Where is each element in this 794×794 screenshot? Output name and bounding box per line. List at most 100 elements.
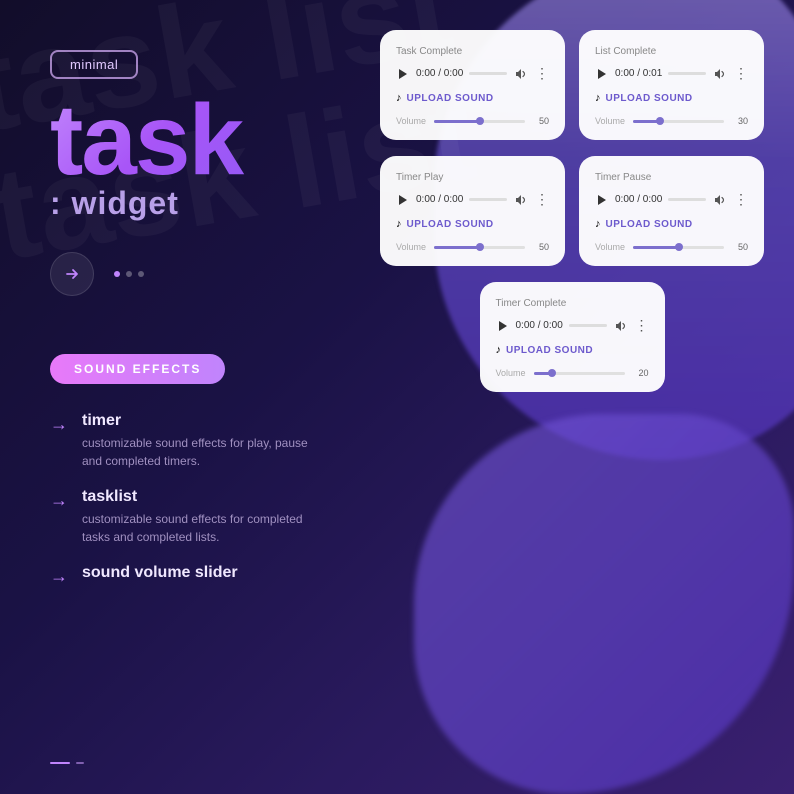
card-timer-complete-label: Timer Complete (496, 298, 649, 309)
time-tcomplete: 0:00 / 0:00 (516, 320, 563, 331)
feature-tasklist-desc: customizable sound effects for completed… (82, 510, 330, 546)
progress-tpause[interactable] (668, 198, 706, 201)
play-triangle-icon-tpause (598, 195, 606, 205)
cards-row-2: Timer Play 0:00 / 0:00 (380, 156, 764, 266)
progress-tcomplete[interactable] (569, 324, 607, 327)
upload-sound-text-task: UPLOAD SOUND (407, 93, 494, 104)
vol-slider-task[interactable] (434, 120, 525, 123)
music-icon-tplay: ♪ (396, 218, 402, 230)
vol-label-tcomplete: Volume (496, 368, 526, 378)
vol-slider-tpause[interactable] (633, 246, 724, 249)
cards-row-3: Timer Complete 0:00 / 0:00 (380, 282, 764, 392)
feature-volume: → sound volume slider (50, 564, 330, 587)
progress-tplay[interactable] (469, 198, 507, 201)
volume-row-task: Volume 50 (396, 116, 549, 126)
dot-2 (126, 271, 132, 277)
vol-fill-task (434, 120, 479, 123)
upload-sound-text-tpause: UPLOAD SOUND (606, 219, 693, 230)
play-triangle-icon-tcomplete (499, 321, 507, 331)
more-icon-tplay[interactable]: ⋮ (535, 191, 549, 208)
card-task-complete-label: Task Complete (396, 46, 549, 57)
nav-arrow-button[interactable] (50, 252, 94, 296)
volume-icon-list[interactable] (712, 66, 728, 82)
volume-icon-tplay[interactable] (513, 192, 529, 208)
left-panel: minimal task : widget SOUND EFFECTS → (0, 0, 370, 794)
vol-label-tplay: Volume (396, 242, 426, 252)
play-button-tpause[interactable] (595, 193, 609, 207)
volume-icon-tpause[interactable] (712, 192, 728, 208)
music-icon-task: ♪ (396, 92, 402, 104)
feature-timer: → timer customizable sound effects for p… (50, 412, 330, 470)
vol-label-tpause: Volume (595, 242, 625, 252)
bottom-decoration (50, 762, 84, 764)
vol-value-task: 50 (533, 116, 549, 126)
title-task: task (50, 95, 330, 185)
vol-thumb-tcomplete (548, 369, 556, 377)
music-icon-tpause: ♪ (595, 218, 601, 230)
audio-player-list: 0:00 / 0:01 ⋮ (595, 65, 748, 82)
feature-tasklist-content: tasklist customizable sound effects for … (82, 488, 330, 546)
volume-row-tcomplete: Volume 20 (496, 368, 649, 378)
vol-thumb-tplay (476, 243, 484, 251)
feature-volume-content: sound volume slider (82, 564, 238, 586)
vol-label-task: Volume (396, 116, 426, 126)
right-panel: Task Complete 0:00 / 0:00 (370, 0, 794, 794)
upload-sound-task[interactable]: ♪ UPLOAD SOUND (396, 92, 549, 104)
dot-3 (138, 271, 144, 277)
upload-sound-tpause[interactable]: ♪ UPLOAD SOUND (595, 218, 748, 230)
arrow-icon-volume: → (50, 566, 68, 587)
title-widget: : widget (50, 185, 330, 222)
play-triangle-icon-tplay (399, 195, 407, 205)
volume-icon-tcomplete[interactable] (613, 318, 629, 334)
badge-container: minimal (50, 50, 330, 79)
vol-slider-list[interactable] (633, 120, 724, 123)
more-icon-task[interactable]: ⋮ (535, 65, 549, 82)
vol-value-tplay: 50 (533, 242, 549, 252)
card-timer-play: Timer Play 0:00 / 0:00 (380, 156, 565, 266)
upload-sound-text-tplay: UPLOAD SOUND (407, 219, 494, 230)
cards-row-1: Task Complete 0:00 / 0:00 (380, 30, 764, 140)
bottom-dash-1 (50, 762, 70, 764)
play-button-tplay[interactable] (396, 193, 410, 207)
vol-slider-tplay[interactable] (434, 246, 525, 249)
feature-volume-title: sound volume slider (82, 564, 238, 582)
time-tpause: 0:00 / 0:00 (615, 194, 662, 205)
volume-icon-task[interactable] (513, 66, 529, 82)
play-button-list[interactable] (595, 67, 609, 81)
minimal-badge: minimal (50, 50, 138, 79)
audio-player-tcomplete: 0:00 / 0:00 ⋮ (496, 317, 649, 334)
play-triangle-icon-list (598, 69, 606, 79)
card-timer-pause: Timer Pause 0:00 / 0:00 (579, 156, 764, 266)
vol-fill-tpause (633, 246, 678, 249)
progress-list[interactable] (668, 72, 706, 75)
pagination-dots (114, 271, 144, 277)
upload-sound-list[interactable]: ♪ UPLOAD SOUND (595, 92, 748, 104)
more-icon-list[interactable]: ⋮ (734, 65, 748, 82)
more-icon-tpause[interactable]: ⋮ (734, 191, 748, 208)
vol-thumb-tpause (675, 243, 683, 251)
time-tplay: 0:00 / 0:00 (416, 194, 463, 205)
upload-sound-tcomplete[interactable]: ♪ UPLOAD SOUND (496, 344, 649, 356)
music-icon-tcomplete: ♪ (496, 344, 502, 356)
arrow-icon-timer: → (50, 414, 68, 435)
more-icon-tcomplete[interactable]: ⋮ (635, 317, 649, 334)
music-icon-list: ♪ (595, 92, 601, 104)
audio-player-tpause: 0:00 / 0:00 ⋮ (595, 191, 748, 208)
upload-sound-tplay[interactable]: ♪ UPLOAD SOUND (396, 218, 549, 230)
volume-row-tpause: Volume 50 (595, 242, 748, 252)
vol-value-tcomplete: 20 (633, 368, 649, 378)
feature-timer-title: timer (82, 412, 330, 430)
vol-slider-tcomplete[interactable] (534, 372, 625, 375)
progress-task[interactable] (469, 72, 507, 75)
vol-thumb-list (656, 117, 664, 125)
card-timer-play-label: Timer Play (396, 172, 549, 183)
play-button-task[interactable] (396, 67, 410, 81)
play-triangle-icon (399, 69, 407, 79)
play-button-tcomplete[interactable] (496, 319, 510, 333)
card-timer-pause-label: Timer Pause (595, 172, 748, 183)
vol-fill-tplay (434, 246, 479, 249)
vol-label-list: Volume (595, 116, 625, 126)
feature-timer-content: timer customizable sound effects for pla… (82, 412, 330, 470)
card-list-complete-label: List Complete (595, 46, 748, 57)
audio-player-task: 0:00 / 0:00 ⋮ (396, 65, 549, 82)
